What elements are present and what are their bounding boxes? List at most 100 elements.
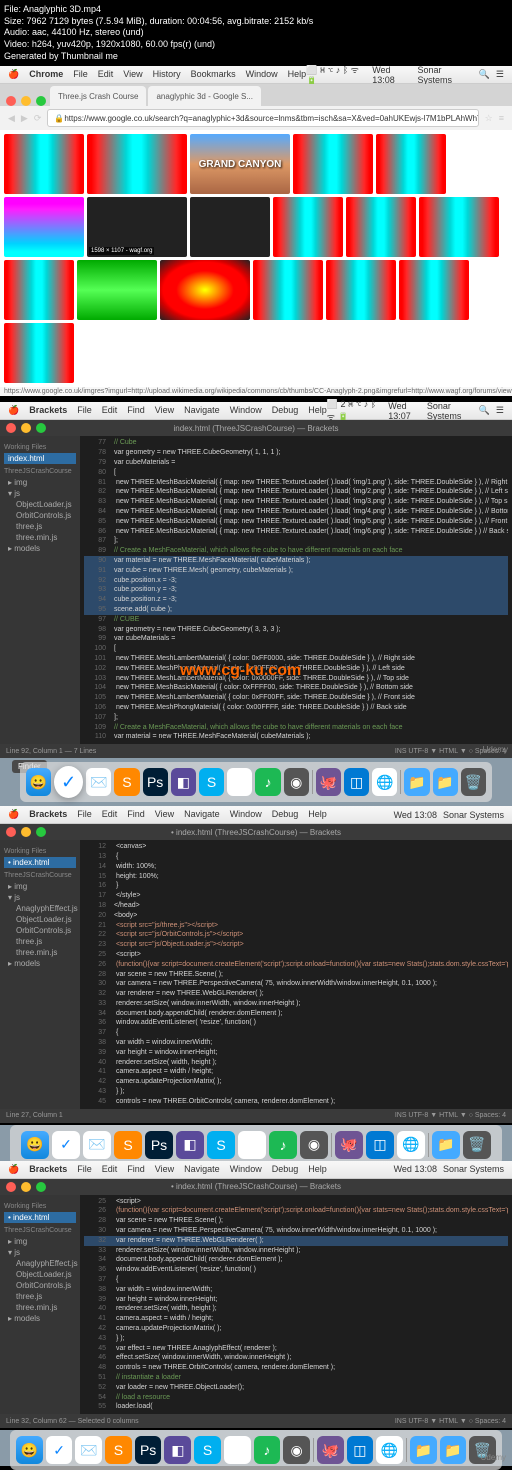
image-thumb[interactable] — [273, 197, 343, 257]
sidebar-file[interactable]: ObjectLoader.js — [4, 1269, 76, 1280]
menu-file[interactable]: File — [77, 809, 92, 820]
menubar-icons[interactable]: ⬜ ⌘ ⌥ ♪ ᛒ ᯤ 🔋 — [306, 63, 366, 87]
close-button[interactable] — [6, 423, 16, 433]
sidebar-folder[interactable]: ▸ img — [4, 881, 76, 892]
spotify-icon[interactable]: ♪ — [254, 1436, 281, 1464]
menu-find[interactable]: Find — [127, 405, 145, 416]
window-controls[interactable] — [6, 96, 46, 106]
sidebar-folder[interactable]: ▾ js — [4, 488, 76, 499]
menu-window[interactable]: Window — [230, 809, 262, 820]
image-thumb[interactable] — [77, 260, 157, 320]
sidebar-project[interactable]: ThreeJSCrashCourse — [4, 872, 76, 879]
xd-icon[interactable]: ◧ — [164, 1436, 191, 1464]
menu-edit[interactable]: Edit — [102, 809, 118, 820]
image-thumb[interactable] — [4, 134, 84, 194]
mail-icon[interactable]: ✉️ — [86, 768, 111, 796]
spotify-icon[interactable]: ♪ — [255, 768, 280, 796]
apps-icon[interactable]: ⊞ — [224, 1436, 251, 1464]
sublime-icon[interactable]: S — [105, 1436, 132, 1464]
sidebar-file-active[interactable]: • index.html — [4, 1212, 76, 1223]
folder-icon[interactable]: 📁 — [432, 1131, 460, 1159]
image-thumb[interactable] — [160, 260, 250, 320]
sidebar-file[interactable]: three.min.js — [4, 947, 76, 958]
sidebar-folder[interactable]: ▸ img — [4, 1236, 76, 1247]
sublime-icon[interactable]: S — [114, 768, 139, 796]
minimize-button[interactable] — [21, 96, 31, 106]
menu-help[interactable]: Help — [308, 809, 327, 820]
sidebar-folder[interactable]: ▸ models — [4, 958, 76, 969]
menu-history[interactable]: History — [153, 69, 181, 80]
code-editor[interactable]: 12 <canvas> 13 { 14 width: 100%; 15 heig… — [80, 840, 512, 1109]
minimize-button[interactable] — [21, 827, 31, 837]
menu-edit[interactable]: Edit — [102, 1164, 118, 1175]
folder-icon[interactable]: 📁 — [440, 1436, 467, 1464]
clock[interactable]: Wed 13:08 — [372, 65, 411, 85]
sidebar-folder[interactable]: ▸ models — [4, 543, 76, 554]
maximize-button[interactable] — [36, 96, 46, 106]
sidebar-file[interactable]: AnaglyphEffect.js — [4, 1258, 76, 1269]
notification-icon[interactable]: ☰ — [496, 405, 504, 416]
github-icon[interactable]: 🐙 — [316, 768, 341, 796]
image-thumb[interactable] — [4, 260, 74, 320]
image-thumb[interactable] — [293, 134, 373, 194]
sidebar-file[interactable]: three.js — [4, 521, 76, 532]
skype-icon[interactable]: S — [207, 1131, 235, 1159]
apple-icon[interactable]: 🍎 — [8, 69, 19, 80]
minimize-button[interactable] — [21, 1182, 31, 1192]
image-thumb[interactable] — [190, 197, 270, 257]
file-encoding[interactable]: INS UTF-8 ▼ HTML ▼ ○ Spaces: 4 — [395, 1418, 506, 1425]
sidebar-folder[interactable]: ▸ models — [4, 1313, 76, 1324]
menu-view[interactable]: View — [155, 1164, 174, 1175]
sidebar-folder[interactable]: ▾ js — [4, 1247, 76, 1258]
user-name[interactable]: Sonar Systems — [427, 401, 473, 421]
sidebar-file[interactable]: OrbitControls.js — [4, 510, 76, 521]
spotify-icon[interactable]: ♪ — [269, 1131, 297, 1159]
sidebar-file[interactable]: three.js — [4, 1291, 76, 1302]
close-button[interactable] — [6, 827, 16, 837]
menu-view[interactable]: View — [155, 405, 174, 416]
skype-icon[interactable]: S — [199, 768, 224, 796]
finder-icon[interactable]: 😀 — [26, 768, 51, 796]
sidebar-file[interactable]: AnaglyphEffect.js — [4, 903, 76, 914]
sidebar-file[interactable]: OrbitControls.js — [4, 925, 76, 936]
finder-icon[interactable]: 😀 — [21, 1131, 49, 1159]
photoshop-icon[interactable]: Ps — [135, 1436, 162, 1464]
sidebar-file[interactable]: ObjectLoader.js — [4, 499, 76, 510]
obs-icon[interactable]: ◉ — [283, 1436, 310, 1464]
skype-icon[interactable]: S — [194, 1436, 221, 1464]
mail-icon[interactable]: ✉️ — [75, 1436, 102, 1464]
menu-navigate[interactable]: Navigate — [184, 1164, 220, 1175]
spotlight-icon[interactable]: 🔍 — [479, 69, 490, 80]
sidebar-folder[interactable]: ▾ js — [4, 892, 76, 903]
photoshop-icon[interactable]: Ps — [145, 1131, 173, 1159]
reload-icon[interactable]: ⟳ — [34, 113, 42, 124]
close-button[interactable] — [6, 1182, 16, 1192]
sidebar-file-active[interactable]: index.html — [4, 453, 76, 464]
trash-icon[interactable]: 🗑️ — [461, 768, 486, 796]
menu-debug[interactable]: Debug — [272, 809, 299, 820]
apple-icon[interactable]: 🍎 — [8, 809, 19, 820]
close-button[interactable] — [6, 96, 16, 106]
menu-find[interactable]: Find — [127, 809, 145, 820]
sidebar-file[interactable]: three.min.js — [4, 532, 76, 543]
notification-icon[interactable]: ☰ — [496, 69, 504, 80]
check-icon[interactable]: ✓ — [46, 1436, 73, 1464]
image-thumb[interactable]: 1598 × 1107 - wagf.org — [87, 197, 187, 257]
image-thumb[interactable] — [87, 134, 187, 194]
minimize-button[interactable] — [21, 423, 31, 433]
menu-edit[interactable]: Edit — [98, 69, 114, 80]
image-thumb[interactable] — [4, 197, 84, 257]
menu-navigate[interactable]: Navigate — [184, 809, 220, 820]
menu-view[interactable]: View — [123, 69, 142, 80]
menu-navigate[interactable]: Navigate — [184, 405, 220, 416]
menu-file[interactable]: File — [77, 405, 92, 416]
menu-view[interactable]: View — [155, 809, 174, 820]
maximize-button[interactable] — [36, 423, 46, 433]
sidebar-file[interactable]: three.js — [4, 936, 76, 947]
trash-icon[interactable]: 🗑️ — [463, 1131, 491, 1159]
check-icon[interactable]: ✓ — [52, 1131, 80, 1159]
spotlight-icon[interactable]: 🔍 — [479, 405, 490, 416]
apple-icon[interactable]: 🍎 — [8, 1164, 19, 1175]
image-thumb[interactable] — [326, 260, 396, 320]
menu-file[interactable]: File — [73, 69, 88, 80]
